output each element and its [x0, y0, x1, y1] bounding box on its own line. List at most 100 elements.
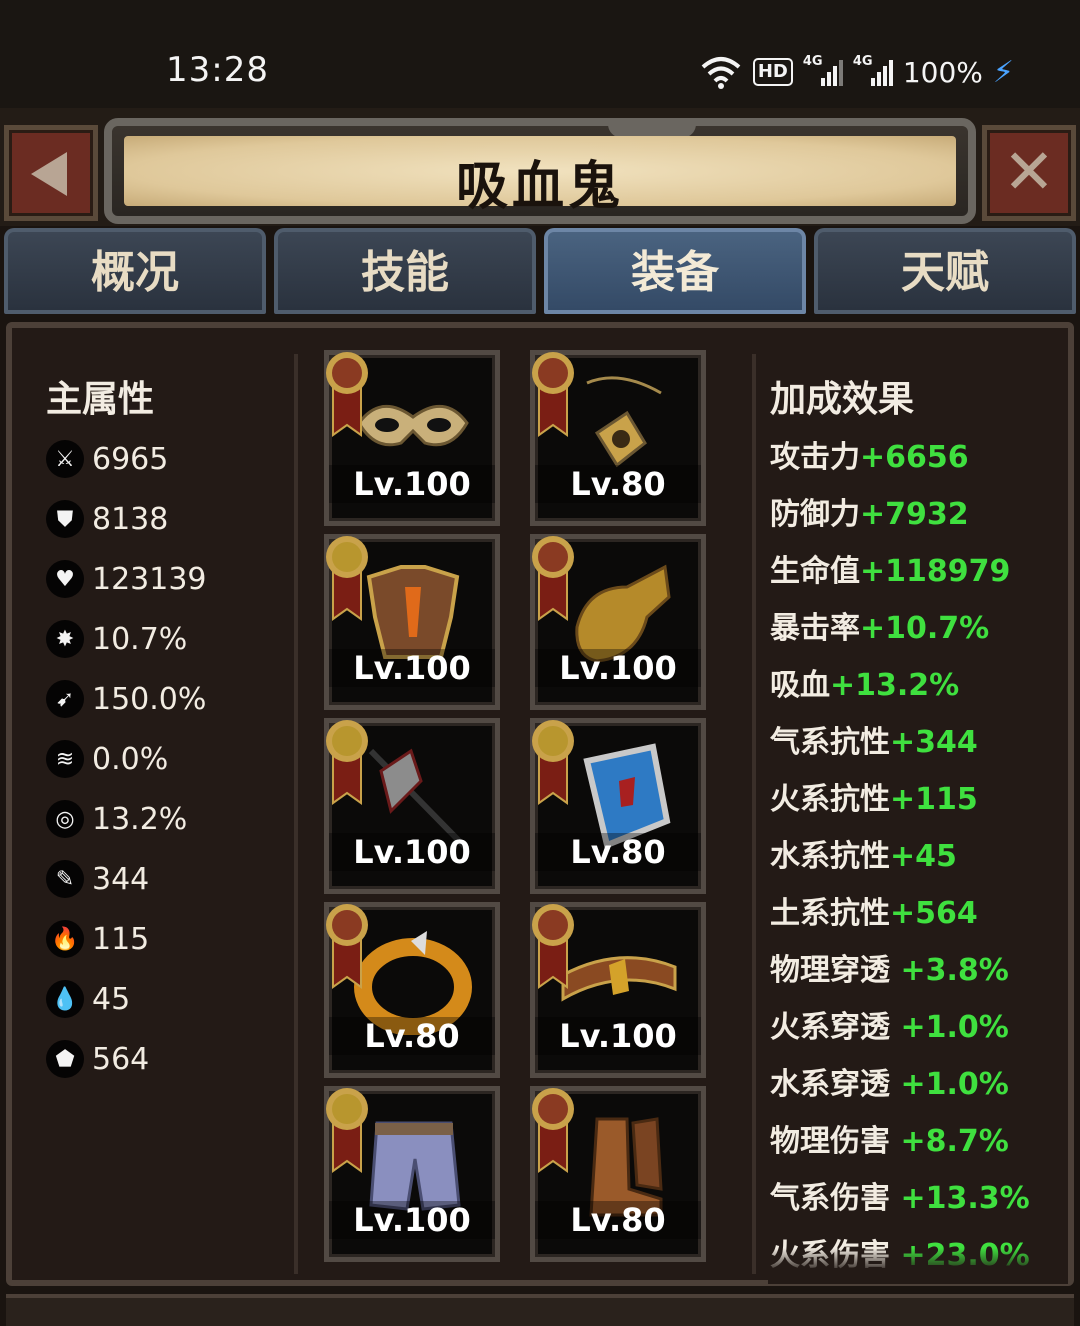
fire-icon: 🔥	[46, 920, 84, 958]
scroll-fade	[768, 1248, 1068, 1284]
bonus-value: +1.0%	[890, 1010, 1009, 1045]
stat-row: ♥ 123139	[46, 558, 207, 600]
burst-icon: ✸	[46, 620, 84, 658]
tab-skills[interactable]: 技能	[274, 228, 536, 314]
bonus-value: +1.0%	[890, 1067, 1009, 1102]
bonus-label: 生命值	[770, 554, 860, 589]
item-level: Lv.80	[535, 833, 701, 871]
bonus-label: 气系抗性	[770, 725, 890, 760]
clock: 13:28	[166, 50, 269, 90]
bonus-value: +8.7%	[890, 1124, 1009, 1159]
equipment-slot-ring[interactable]: Lv.80	[324, 902, 500, 1078]
stat-row: ≋ 0.0%	[46, 738, 168, 780]
bonus-label: 物理伤害	[770, 1124, 890, 1159]
quality-medal-icon	[326, 352, 368, 437]
bonus-row: 火系抗性+115	[770, 780, 978, 820]
wifi-icon	[701, 57, 741, 89]
bonus-row: 火系穿透 +1.0%	[770, 1008, 1009, 1048]
bonus-row: 吸血+13.2%	[770, 666, 959, 706]
stat-row: 🔥 115	[46, 918, 149, 960]
quality-medal-icon	[326, 720, 368, 805]
equipment-slot-boots[interactable]: Lv.80	[530, 1086, 706, 1262]
bonus-row: 防御力+7932	[770, 495, 969, 535]
item-level: Lv.100	[329, 649, 495, 687]
back-arrow-icon	[31, 152, 67, 196]
tab-talent[interactable]: 天赋	[814, 228, 1076, 314]
bonus-row: 气系抗性+344	[770, 723, 978, 763]
quality-medal-icon	[532, 536, 574, 621]
close-button[interactable]: ✕	[982, 125, 1076, 221]
bonus-value: +13.2%	[830, 668, 960, 703]
equipment-slot-halberd[interactable]: Lv.100	[324, 718, 500, 894]
feather-icon: ✎	[46, 860, 84, 898]
quality-medal-icon	[532, 352, 574, 437]
bonus-row: 物理穿透 +3.8%	[770, 951, 1009, 991]
bonus-label: 火系穿透	[770, 1010, 890, 1045]
title-frame: 吸血鬼	[104, 118, 976, 224]
stat-value: 344	[92, 861, 150, 897]
bonus-value: +3.8%	[890, 953, 1009, 988]
stat-row: ⚔ 6965	[46, 438, 168, 480]
stat-value: 0.0%	[92, 741, 169, 777]
bonus-title: 加成效果	[770, 379, 915, 420]
stat-value: 10.7%	[92, 621, 188, 657]
bonus-row: 水系穿透 +1.0%	[770, 1065, 1009, 1105]
hd-voice-icon: HD	[752, 58, 793, 86]
quality-medal-icon	[532, 720, 574, 805]
item-level: Lv.80	[535, 465, 701, 503]
equipment-slot-mask[interactable]: Lv.100	[324, 350, 500, 526]
wind-boot-icon: ≋	[46, 740, 84, 778]
item-level: Lv.100	[329, 465, 495, 503]
crit-damage-icon: ➹	[46, 680, 84, 718]
stat-value: 123139	[92, 561, 207, 597]
back-button[interactable]	[4, 125, 98, 221]
close-icon: ✕	[1003, 135, 1055, 208]
status-icons: HD 4G 4G 100% ⚡	[699, 52, 1014, 92]
bonus-row: 水系抗性+45	[770, 837, 957, 877]
item-level: Lv.80	[535, 1201, 701, 1239]
divider-left	[294, 354, 298, 1274]
equipment-slot-gauntlet[interactable]: Lv.100	[530, 534, 706, 710]
bottom-bar	[6, 1294, 1074, 1326]
bonus-row: 生命值+118979	[770, 552, 1010, 592]
bonus-value: +6656	[860, 440, 969, 475]
page-title: 吸血鬼	[455, 157, 624, 217]
sword-icon: ⚔	[46, 440, 84, 478]
quality-medal-icon	[532, 1088, 574, 1173]
quality-medal-icon	[326, 904, 368, 989]
signal-icon-2: 4G	[853, 54, 893, 86]
quality-medal-icon	[326, 1088, 368, 1173]
stat-row: ✸ 10.7%	[46, 618, 187, 660]
bonus-row: 攻击力+6656	[770, 438, 969, 478]
rock-icon: ⬟	[46, 1040, 84, 1078]
bonus-value: +10.7%	[860, 611, 990, 646]
stat-value: 115	[92, 921, 150, 957]
stat-value: 6965	[92, 441, 169, 477]
stat-value: 8138	[92, 501, 169, 537]
bonus-row: 暴击率+10.7%	[770, 609, 989, 649]
quality-medal-icon	[326, 536, 368, 621]
tab-bar: 概况 技能 装备 天赋	[0, 228, 1080, 318]
equipment-panel: 主属性 ⚔ 6965 ⛊ 8138 ♥ 123139 ✸ 10.7% ➹ 150.0% ≋ 0.0% ◎…	[6, 322, 1074, 1286]
tab-equipment[interactable]: 装备	[544, 228, 806, 314]
bonus-label: 暴击率	[770, 611, 860, 646]
item-level: Lv.100	[329, 833, 495, 871]
bonus-row: 物理伤害 +8.7%	[770, 1122, 1009, 1162]
equipment-slot-amulet[interactable]: Lv.80	[530, 350, 706, 526]
bonus-label: 土系抗性	[770, 896, 890, 931]
bonus-row: 土系抗性+564	[770, 894, 978, 934]
equipment-slot-pants[interactable]: Lv.100	[324, 1086, 500, 1262]
stat-row: ➹ 150.0%	[46, 678, 206, 720]
stat-value: 45	[92, 981, 131, 1017]
shield-icon: ⛊	[46, 500, 84, 538]
bonus-value: +115	[890, 782, 978, 817]
bonus-value: +118979	[860, 554, 1011, 589]
bonus-value: +7932	[860, 497, 969, 532]
bonus-label: 物理穿透	[770, 953, 890, 988]
bonus-value: +564	[890, 896, 978, 931]
tab-overview[interactable]: 概况	[4, 228, 266, 314]
equipment-slot-shield[interactable]: Lv.80	[530, 718, 706, 894]
equipment-slot-belt[interactable]: Lv.100	[530, 902, 706, 1078]
header-bar: 吸血鬼 ✕	[0, 108, 1080, 226]
equipment-slot-chest-armor[interactable]: Lv.100	[324, 534, 500, 710]
